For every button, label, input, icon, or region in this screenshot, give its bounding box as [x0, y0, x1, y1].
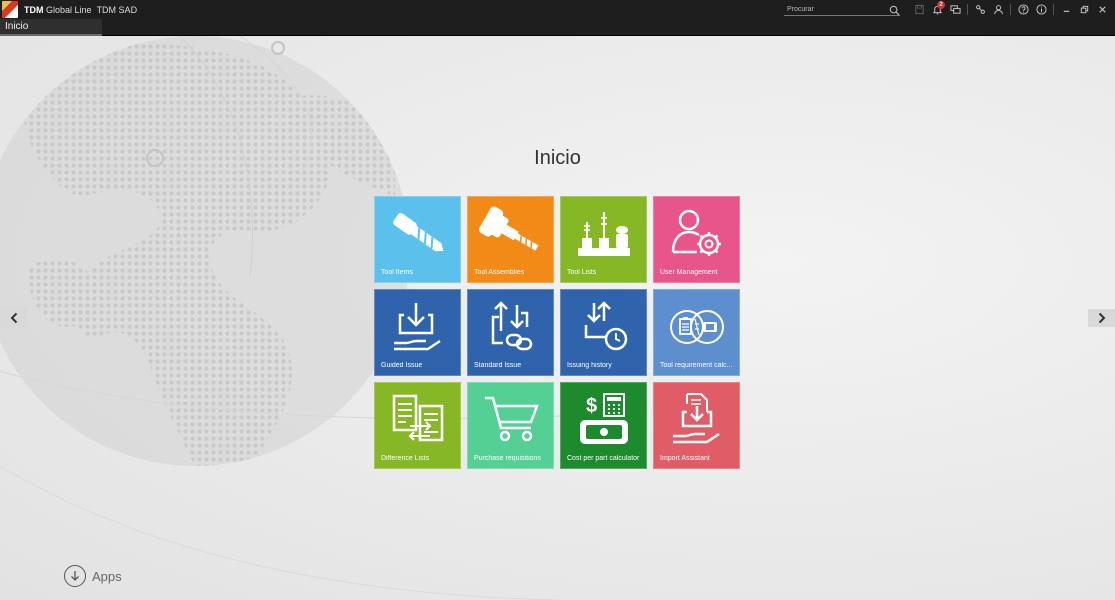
- tile-label: Issuing history: [567, 362, 612, 369]
- user-gear-icon: [671, 209, 721, 256]
- tab-inicio[interactable]: Inicio: [0, 19, 102, 36]
- tile-label: Guided Issue: [381, 362, 423, 369]
- tile-label: Purchase requisitions: [474, 455, 541, 462]
- tool-requirement-icon: [669, 310, 724, 344]
- difference-lists-icon: [392, 394, 443, 442]
- tile-label: Standard Issue: [474, 362, 522, 369]
- apps-button[interactable]: Apps: [64, 565, 122, 587]
- next-page-button[interactable]: [1088, 309, 1115, 327]
- tile-tool-requirement-calculator[interactable]: Tool requirement calc...: [653, 289, 740, 376]
- tab-strip: Inicio: [0, 19, 1115, 36]
- restore-icon[interactable]: [1075, 0, 1093, 19]
- guided-issue-icon: [393, 303, 441, 351]
- search-input[interactable]: [784, 5, 880, 13]
- import-assistant-icon: [672, 393, 720, 444]
- help-icon[interactable]: [1014, 0, 1032, 19]
- save-icon[interactable]: [910, 0, 928, 19]
- arrow-down-icon: [64, 565, 86, 587]
- tile-standard-issue[interactable]: Standard Issue: [467, 289, 554, 376]
- minimize-icon[interactable]: [1057, 0, 1075, 19]
- cost-calculator-icon: $: [579, 393, 628, 444]
- drill-icon: [392, 212, 443, 252]
- notification-badge: 2: [937, 1, 945, 9]
- app-tiles-grid: Tool Items Tool Assemblies Tool Lists Us…: [374, 196, 742, 469]
- bell-icon[interactable]: 2: [928, 0, 946, 19]
- tile-tool-assemblies[interactable]: Tool Assemblies: [467, 196, 554, 283]
- tile-tool-lists[interactable]: Tool Lists: [560, 196, 647, 283]
- tile-import-assistant[interactable]: Import Assistant: [653, 382, 740, 469]
- standard-issue-icon: [491, 301, 532, 351]
- apps-label: Apps: [92, 568, 122, 584]
- tile-difference-lists[interactable]: Difference Lists: [374, 382, 461, 469]
- tile-issuing-history[interactable]: Issuing history: [560, 289, 647, 376]
- user-icon[interactable]: [989, 0, 1007, 19]
- toolbar-divider: [1053, 4, 1054, 15]
- tile-label: Import Assistant: [660, 455, 710, 462]
- network-icon[interactable]: [971, 0, 989, 19]
- app-title: TDM Global Line TDM SAD: [24, 5, 137, 15]
- tile-label: Tool Lists: [567, 269, 597, 276]
- page-title: Inicio: [534, 147, 581, 169]
- app-product: Global Line: [43, 4, 92, 15]
- tile-label: Difference Lists: [381, 455, 430, 462]
- tile-label: Tool requirement calc...: [660, 362, 733, 369]
- tile-label: Tool Items: [381, 269, 413, 276]
- toolbar-divider: [1010, 4, 1011, 15]
- info-icon[interactable]: [1032, 0, 1050, 19]
- tile-label: Cost per part calculator: [567, 455, 640, 462]
- tile-tool-items[interactable]: Tool Items: [374, 196, 461, 283]
- tile-guided-issue[interactable]: Guided Issue: [374, 289, 461, 376]
- close-icon[interactable]: [1093, 0, 1111, 19]
- tile-purchase-requisitions[interactable]: Purchase requisitions: [467, 382, 554, 469]
- search-box: [784, 3, 900, 16]
- tool-assembly-icon: [478, 206, 538, 251]
- chevron-left-icon: [10, 312, 17, 324]
- tile-label: User Management: [660, 269, 718, 276]
- tile-user-management[interactable]: User Management: [653, 196, 740, 283]
- svg-text:$: $: [586, 395, 597, 417]
- app-module: TDM SAD: [96, 4, 138, 15]
- tile-cost-per-part-calculator[interactable]: $ Cost per part calculator: [560, 382, 647, 469]
- shopping-cart-icon: [484, 396, 539, 442]
- previous-page-button[interactable]: [0, 309, 27, 327]
- title-bar: TDM Global Line TDM SAD 2: [0, 0, 1115, 19]
- app-logo-icon: [2, 1, 18, 18]
- issuing-history-icon: [584, 301, 627, 351]
- chat-icon[interactable]: [946, 0, 964, 19]
- tool-lists-icon: [577, 212, 630, 256]
- toolbar-divider: [967, 4, 968, 15]
- home-screen: Inicio Tool Items Tool Assemblies Tool L…: [0, 36, 1115, 600]
- tile-label: Tool Assemblies: [474, 269, 525, 276]
- chevron-right-icon: [1098, 312, 1105, 324]
- app-brand: TDM: [24, 4, 44, 15]
